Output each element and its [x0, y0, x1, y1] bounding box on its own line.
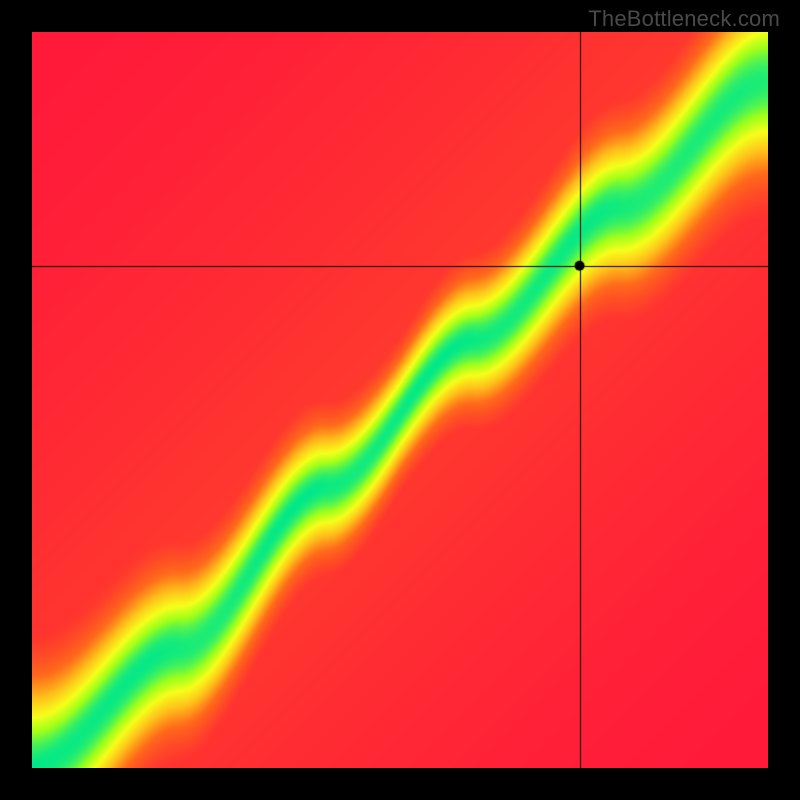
- chart-container: TheBottleneck.com: [0, 0, 800, 800]
- watermark-text: TheBottleneck.com: [588, 6, 780, 32]
- overlay-canvas: [32, 32, 768, 768]
